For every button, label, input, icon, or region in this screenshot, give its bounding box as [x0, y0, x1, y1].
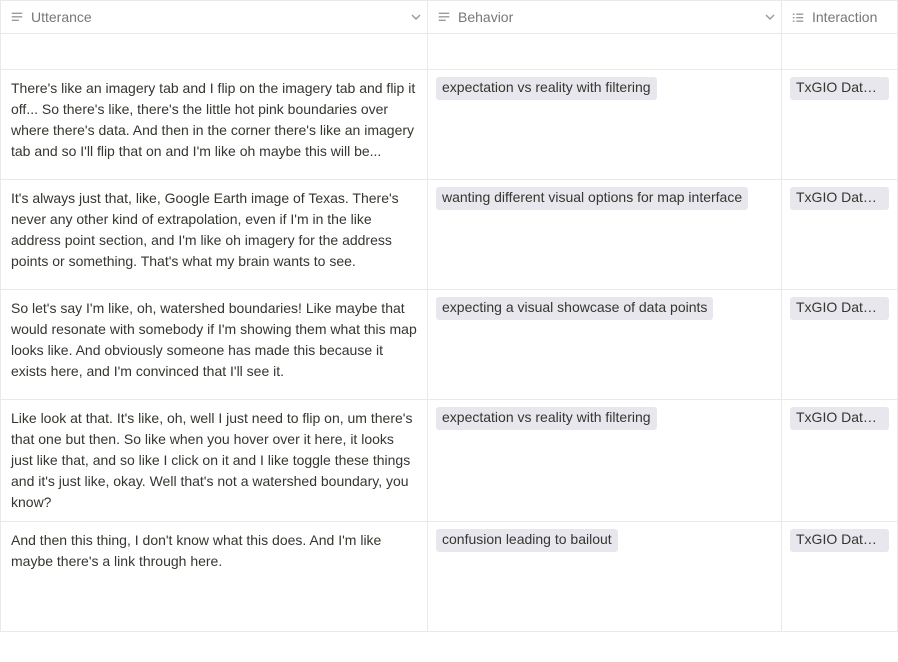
- table-row[interactable]: There's like an imagery tab and I flip o…: [0, 70, 898, 180]
- utterance-text: There's like an imagery tab and I flip o…: [11, 80, 415, 159]
- table-row[interactable]: Like look at that. It's like, oh, well I…: [0, 400, 898, 522]
- cell-interaction[interactable]: TxGIO Datahub: [782, 400, 898, 522]
- cell-behavior[interactable]: confusion leading to bailout: [428, 522, 782, 632]
- utterance-text: So let's say I'm like, oh, watershed bou…: [11, 300, 417, 379]
- behavior-tag: wanting different visual options for map…: [436, 187, 748, 210]
- chevron-down-icon[interactable]: [411, 12, 421, 22]
- table-header-row: Utterance Behavior Interaction: [0, 0, 898, 34]
- cell-utterance[interactable]: There's like an imagery tab and I flip o…: [0, 70, 428, 180]
- interaction-tag: TxGIO Datahub: [790, 407, 889, 430]
- interaction-tag: TxGIO Datahub: [790, 77, 889, 100]
- table-row[interactable]: [0, 34, 898, 70]
- column-header-label: Behavior: [458, 9, 773, 25]
- cell-behavior[interactable]: [428, 34, 782, 70]
- multiselect-property-icon: [790, 9, 806, 25]
- column-header-interaction[interactable]: Interaction: [782, 1, 898, 33]
- table-row[interactable]: So let's say I'm like, oh, watershed bou…: [0, 290, 898, 400]
- utterance-text: And then this thing, I don't know what t…: [11, 532, 381, 569]
- chevron-down-icon[interactable]: [765, 12, 775, 22]
- data-table: Utterance Behavior Interaction There's l: [0, 0, 898, 632]
- cell-behavior[interactable]: expectation vs reality with filtering: [428, 400, 782, 522]
- utterance-text: Like look at that. It's like, oh, well I…: [11, 410, 412, 510]
- cell-behavior[interactable]: wanting different visual options for map…: [428, 180, 782, 290]
- cell-interaction[interactable]: TxGIO Datahub: [782, 290, 898, 400]
- cell-utterance[interactable]: Like look at that. It's like, oh, well I…: [0, 400, 428, 522]
- cell-behavior[interactable]: expecting a visual showcase of data poin…: [428, 290, 782, 400]
- behavior-tag: expectation vs reality with filtering: [436, 77, 657, 100]
- cell-interaction[interactable]: TxGIO Datahub: [782, 180, 898, 290]
- behavior-tag: expecting a visual showcase of data poin…: [436, 297, 713, 320]
- cell-interaction[interactable]: TxGIO Datahub: [782, 70, 898, 180]
- text-property-icon: [9, 9, 25, 25]
- select-property-icon: [436, 9, 452, 25]
- column-header-utterance[interactable]: Utterance: [0, 1, 428, 33]
- interaction-tag: TxGIO Datahub: [790, 187, 889, 210]
- behavior-tag: confusion leading to bailout: [436, 529, 618, 552]
- cell-utterance[interactable]: It's always just that, like, Google Eart…: [0, 180, 428, 290]
- interaction-tag: TxGIO Datahub: [790, 297, 889, 320]
- table-row[interactable]: It's always just that, like, Google Eart…: [0, 180, 898, 290]
- cell-utterance[interactable]: So let's say I'm like, oh, watershed bou…: [0, 290, 428, 400]
- table-row[interactable]: And then this thing, I don't know what t…: [0, 522, 898, 632]
- column-header-behavior[interactable]: Behavior: [428, 1, 782, 33]
- column-header-label: Interaction: [812, 9, 889, 25]
- cell-interaction[interactable]: TxGIO Datahub: [782, 522, 898, 632]
- utterance-text: It's always just that, like, Google Eart…: [11, 190, 399, 269]
- column-header-label: Utterance: [31, 9, 419, 25]
- interaction-tag: TxGIO Datahub: [790, 529, 889, 552]
- behavior-tag: expectation vs reality with filtering: [436, 407, 657, 430]
- cell-utterance[interactable]: [0, 34, 428, 70]
- cell-behavior[interactable]: expectation vs reality with filtering: [428, 70, 782, 180]
- cell-interaction[interactable]: [782, 34, 898, 70]
- cell-utterance[interactable]: And then this thing, I don't know what t…: [0, 522, 428, 632]
